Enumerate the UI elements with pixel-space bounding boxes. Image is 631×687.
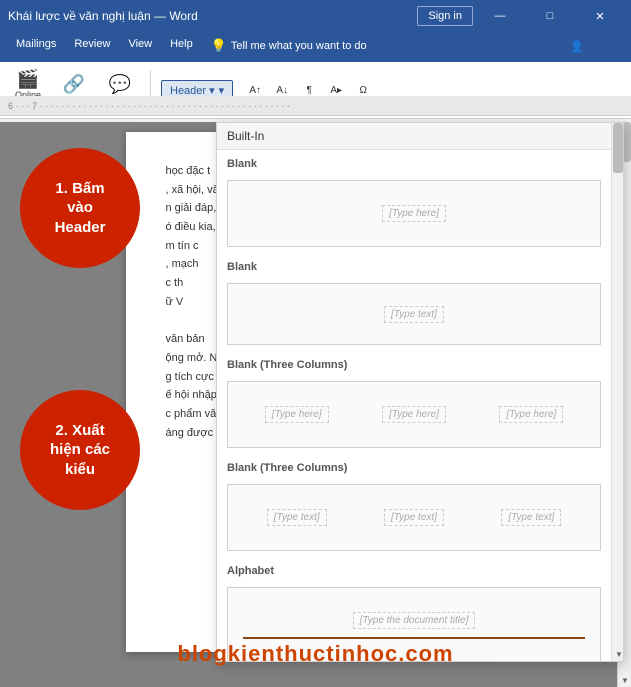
comment-icon: 💬 [109,75,131,93]
section-blank-1: Blank [217,150,611,174]
blank3col1-center: [Type here] [382,406,446,423]
tab-help[interactable]: Help [162,34,201,58]
dropdown-scrollbar-thumb[interactable] [613,123,623,173]
scroll-down-arrow[interactable]: ▼ [618,673,631,687]
section-blank-3col-1: Blank (Three Columns) [217,351,611,375]
ribbon: Mailings Review View Help 💡 Tell me what… [0,32,631,62]
header-option-blank1[interactable]: [Type here] [227,180,601,247]
share-button[interactable]: 👤 Share [564,34,623,58]
dropdown-scrollbar[interactable]: ▲ ▼ [611,123,623,661]
blank3col1-right: [Type here] [499,406,563,423]
alphabet-line [243,637,585,639]
blank3col2-left: [Type text] [267,509,327,526]
header-option-blank2[interactable]: [Type text] [227,283,601,345]
header-option-blank3col1[interactable]: [Type here] [Type here] [Type here] [227,381,601,448]
tab-tell-me[interactable]: 💡 Tell me what you want to do [203,34,375,58]
built-in-label: Built-In [227,129,264,143]
header-dropdown: Built-In Blank [Type here] Blank [Type t… [216,122,624,662]
watermark: blogkienthuctinhoc.com [0,641,631,667]
share-icon: 👤 [570,40,584,53]
blank3col2-right: [Type text] [501,509,561,526]
dropdown-inner: Built-In Blank [Type here] Blank [Type t… [217,123,623,661]
section-blank-2: Blank [217,253,611,277]
blank3col2-center: [Type text] [384,509,444,526]
close-button[interactable]: ✕ [577,0,623,32]
header-button-label: Header ▾ [170,84,215,97]
ribbon-tabs: Mailings Review View Help 💡 Tell me what… [8,34,623,58]
blank1-placeholder: [Type here] [382,205,446,222]
dropdown-header: Built-In [217,123,611,150]
header-dropdown-arrow: ▾ [219,84,225,97]
title-bar: Khái lược về văn nghị luận — Word Sign i… [0,0,631,32]
title-bar-left: Khái lược về văn nghị luận — Word [8,9,198,23]
tab-mailings[interactable]: Mailings [8,34,64,58]
maximize-button[interactable]: □ [527,0,573,32]
alphabet-placeholder: [Type the document title] [353,612,476,629]
document-title: Khái lược về văn nghị luận — Word [8,9,198,23]
minimize-button[interactable]: — [477,0,523,32]
section-alphabet: Alphabet [217,557,611,581]
annotation-bubble-2: 2. Xuấthiện cáckiểu [20,390,140,510]
title-bar-controls: Sign in — □ ✕ [417,0,623,32]
ruler: 6 · · · 7 · · · · · · · · · · · · · · · … [0,96,631,116]
signin-button[interactable]: Sign in [417,6,473,26]
online-video-icon: 🎬 [17,70,39,88]
tab-review[interactable]: Review [66,34,118,58]
tab-view[interactable]: View [120,34,160,58]
header-option-blank3col2[interactable]: [Type text] [Type text] [Type text] [227,484,601,551]
blank3col1-left: [Type here] [265,406,329,423]
blank2-placeholder: [Type text] [384,306,444,323]
annotation-bubble-1: 1. BấmvàoHeader [20,148,140,268]
links-icon: 🔗 [63,75,85,93]
section-blank-3col-2: Blank (Three Columns) [217,454,611,478]
